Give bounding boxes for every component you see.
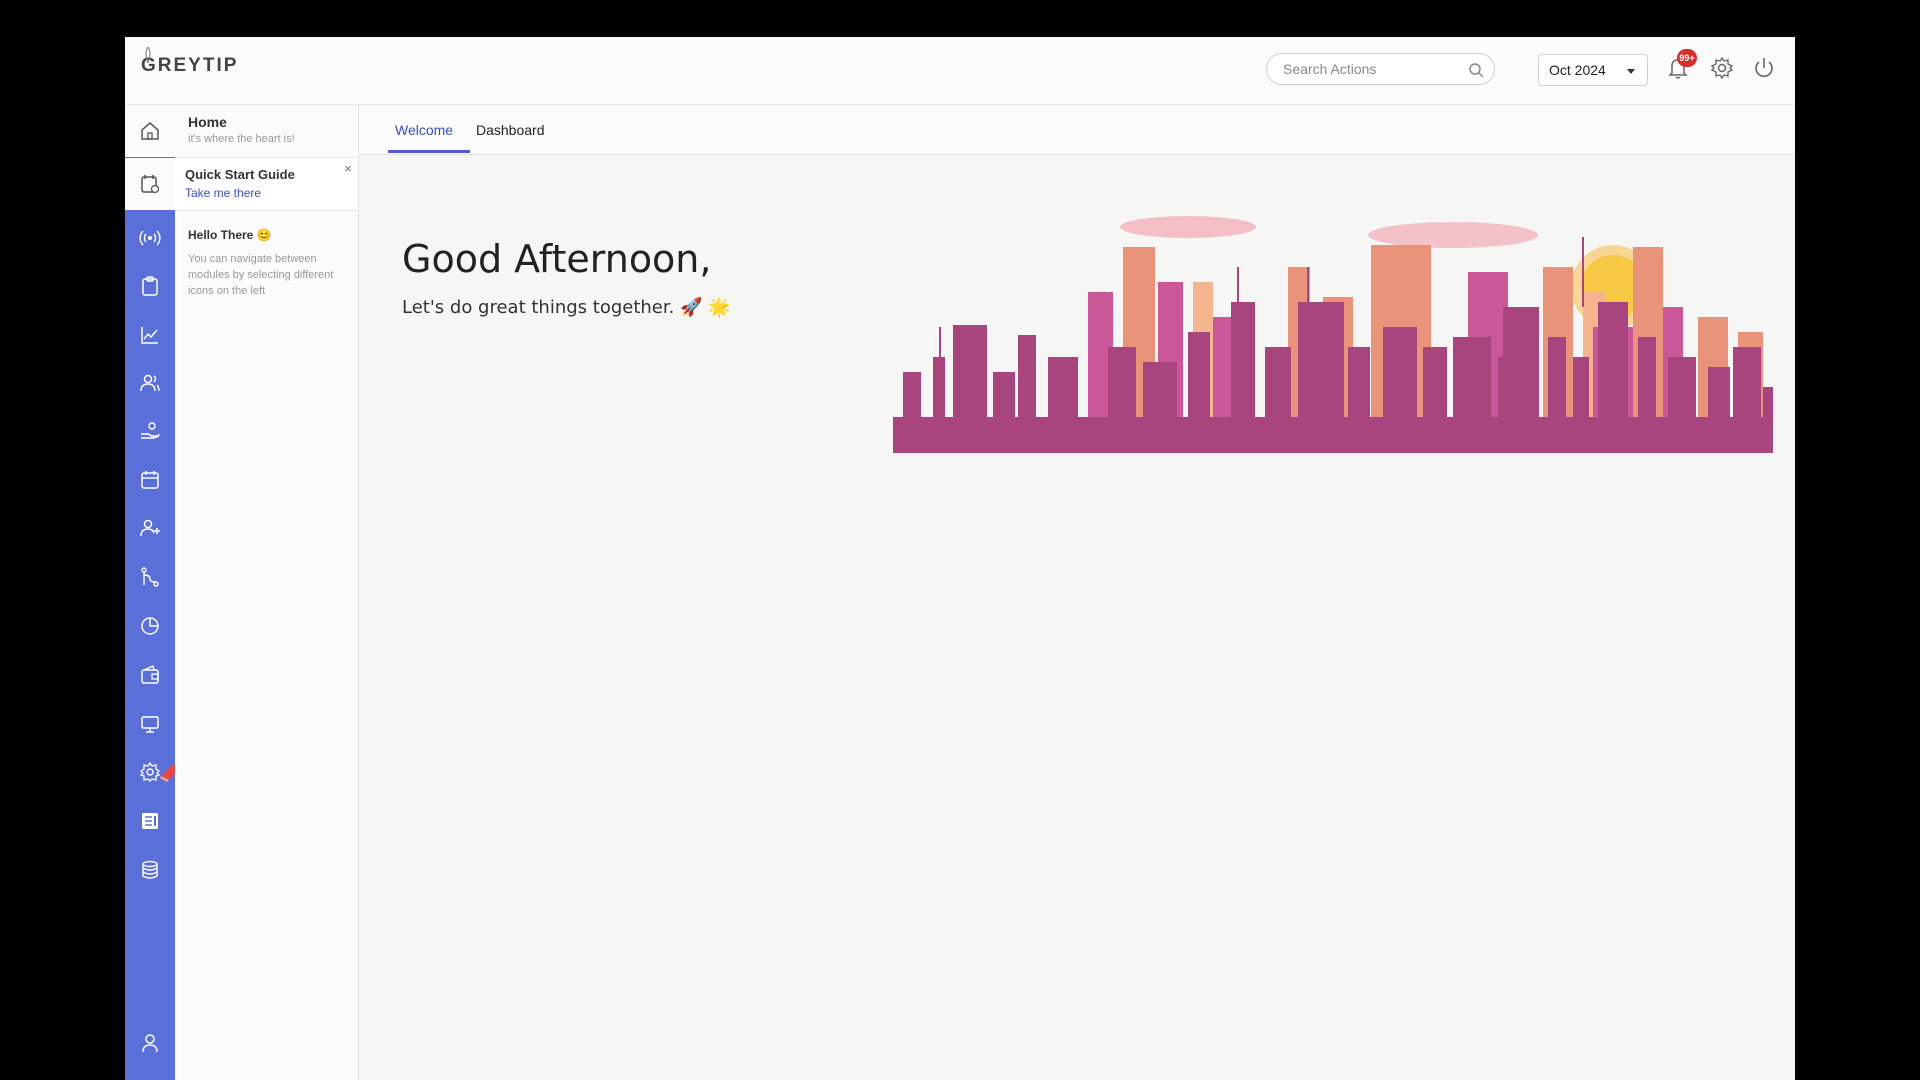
- checklist-icon[interactable]: [138, 172, 162, 196]
- user-plus-icon[interactable]: [138, 516, 162, 540]
- clipboard-icon[interactable]: [138, 274, 162, 298]
- city-skyline-illustration: [893, 216, 1773, 453]
- take-me-there-link[interactable]: Take me there: [185, 186, 261, 200]
- tagline: Let's do great things together. 🚀 🌟: [402, 297, 731, 318]
- workflow-icon[interactable]: [138, 565, 162, 589]
- home-subtitle: it's where the heart is!: [188, 133, 295, 145]
- users-icon[interactable]: [138, 371, 162, 395]
- gear-icon[interactable]: [1709, 55, 1735, 81]
- month-selector[interactable]: Oct 2024: [1538, 54, 1648, 86]
- hello-body: You can navigate between modules by sele…: [188, 253, 334, 297]
- wallet-icon[interactable]: [138, 663, 162, 687]
- sidebar-item-home[interactable]: Home it's where the heart is!: [175, 105, 358, 158]
- notification-badge: 99+: [1677, 49, 1697, 67]
- hand-coin-icon[interactable]: [138, 419, 162, 443]
- app-window: GREYTIP Oct 2024 99+: [125, 37, 1795, 1080]
- database-icon[interactable]: [138, 858, 162, 882]
- calendar-icon[interactable]: [138, 468, 162, 492]
- logo-text: GREYTIP: [141, 55, 239, 76]
- tab-dashboard[interactable]: Dashboard: [476, 122, 545, 138]
- top-header: GREYTIP Oct 2024 99+: [125, 37, 1795, 105]
- document-icon[interactable]: [138, 809, 162, 833]
- search-icon[interactable]: [1468, 62, 1484, 78]
- hello-title: Hello There 😊: [188, 228, 272, 242]
- power-icon[interactable]: [1751, 55, 1777, 81]
- home-title: Home: [188, 114, 227, 130]
- chart-line-icon[interactable]: [138, 323, 162, 347]
- greeting-heading: Good Afternoon,: [402, 237, 712, 281]
- pie-chart-icon[interactable]: [138, 614, 162, 638]
- active-tab-indicator: [388, 150, 470, 153]
- module-panel: Home it's where the heart is! Quick Star…: [175, 105, 359, 1080]
- close-icon[interactable]: ×: [344, 161, 352, 176]
- home-icon[interactable]: [138, 119, 162, 143]
- search-input[interactable]: [1281, 60, 1465, 78]
- tab-bar: Welcome Dashboard: [359, 105, 1795, 155]
- quick-start-title: Quick Start Guide: [185, 167, 295, 182]
- greytip-logo[interactable]: GREYTIP: [141, 47, 239, 77]
- search-box[interactable]: [1266, 53, 1495, 85]
- quick-start-guide-card[interactable]: Quick Start Guide Take me there ×: [175, 158, 358, 211]
- user-icon[interactable]: [138, 1031, 162, 1055]
- tab-welcome[interactable]: Welcome: [395, 122, 453, 138]
- module-rail: [125, 105, 181, 1080]
- month-value: Oct 2024: [1549, 62, 1606, 78]
- caret-down-icon: [1627, 69, 1635, 74]
- logo-leaf-icon: [145, 47, 151, 63]
- broadcast-icon[interactable]: [138, 226, 162, 250]
- monitor-icon[interactable]: [138, 712, 162, 736]
